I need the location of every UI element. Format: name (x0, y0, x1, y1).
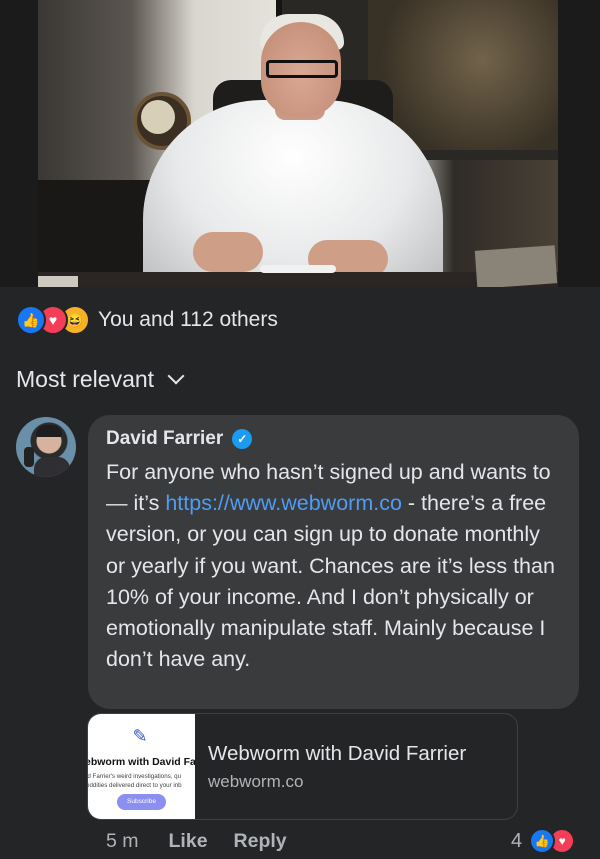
chevron-down-icon (167, 367, 185, 385)
link-preview-info: Webworm with David Farrier webworm.co (195, 714, 466, 819)
video-book (474, 245, 558, 287)
link-preview-domain: webworm.co (208, 772, 304, 791)
video-person-glasses (266, 60, 338, 78)
comment-author[interactable]: David Farrier (106, 428, 223, 450)
video-scrub-handle[interactable] (260, 265, 336, 273)
avatar-cap (36, 425, 62, 437)
comment-timestamp[interactable]: 5 m (106, 830, 139, 853)
thumb-subscribe-button: Subscribe (117, 794, 166, 810)
avatar-mic (24, 447, 34, 467)
like-icon: 👍 (529, 828, 556, 854)
thumb-desc-line-1: id Farrier's weird investigations, qu (88, 773, 182, 780)
comment-actions: 5 m Like Reply (106, 826, 287, 856)
verified-badge-icon: ✓ (232, 429, 253, 449)
comment-text: For anyone who hasn’t signed up and want… (106, 457, 561, 675)
sort-label: Most relevant (16, 365, 155, 392)
video-clock-face (141, 100, 175, 134)
reply-button[interactable]: Reply (234, 830, 287, 853)
comment-text-after-link: - there’s a free version, or you can sig… (106, 491, 555, 672)
like-icon: 👍 (16, 305, 46, 335)
worm-logo-icon: ✎ (132, 726, 148, 746)
avatar[interactable] (16, 417, 76, 477)
video-person-shirt (143, 100, 443, 287)
comment-bubble: David Farrier ✓ For anyone who hasn’t si… (88, 415, 579, 709)
video-thumbnail[interactable] (38, 0, 558, 287)
thumb-description: id Farrier's weird investigations, qu od… (88, 772, 195, 790)
reactions-summary[interactable]: 👍 ♥ 😆 You and 112 others (16, 305, 278, 335)
sort-dropdown[interactable]: Most relevant (16, 363, 185, 395)
comment-link[interactable]: https://www.webworm.co (165, 491, 402, 515)
thumb-title: ebworm with David Farri (88, 756, 195, 768)
like-button[interactable]: Like (169, 830, 208, 853)
reactions-summary-text: You and 112 others (98, 308, 278, 331)
thumb-desc-line-2: oddities delivered direct to your inb (88, 782, 182, 789)
video-frame[interactable] (0, 0, 600, 287)
comment-author-row: David Farrier ✓ (106, 427, 561, 451)
link-preview-card[interactable]: ✎ ebworm with David Farri id Farrier's w… (87, 713, 518, 820)
video-person-hand-left (193, 232, 263, 272)
comment-reaction-count[interactable]: 4 👍 ♥ (511, 826, 576, 856)
comment-reaction-number: 4 (511, 829, 523, 852)
avatar-body (34, 457, 70, 477)
video-paper (38, 276, 78, 287)
link-preview-thumbnail: ✎ ebworm with David Farri id Farrier's w… (88, 714, 195, 819)
link-preview-title: Webworm with David Farrier (208, 742, 467, 765)
